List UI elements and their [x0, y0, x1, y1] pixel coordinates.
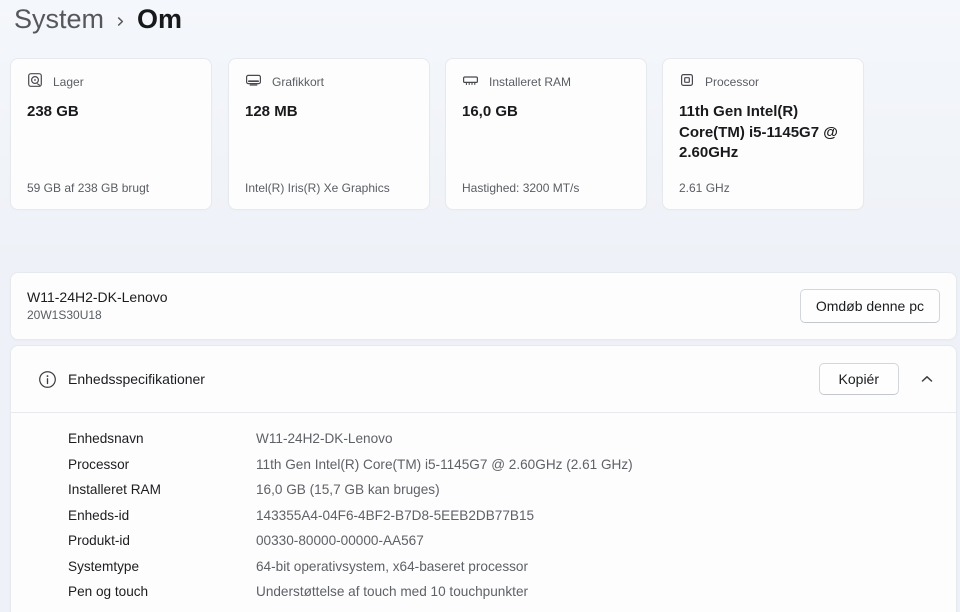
device-model: 20W1S30U18 [27, 308, 168, 323]
breadcrumb-system[interactable]: System [14, 4, 104, 35]
ram-card-label: Installeret RAM [489, 75, 571, 89]
spec-value: 16,0 GB (15,7 GB kan bruges) [256, 482, 440, 497]
storage-icon [27, 72, 43, 91]
copy-button[interactable]: Kopiér [819, 363, 899, 395]
breadcrumb-om: Om [137, 4, 182, 35]
processor-card-value: 11th Gen Intel(R) Core(TM) i5-1145G7 @ 2… [679, 102, 847, 164]
spec-value: W11-24H2-DK-Lenovo [256, 431, 393, 446]
spec-label: Installeret RAM [68, 482, 256, 497]
spec-label: Enheds-id [68, 508, 256, 523]
system-about-page: System Om Lager 238 GB 59 GB af 238 GB b… [0, 0, 960, 612]
storage-card-value: 238 GB [27, 102, 195, 123]
spec-label: Systemtype [68, 559, 256, 574]
rename-pc-button[interactable]: Omdøb denne pc [800, 289, 940, 323]
spec-value: 11th Gen Intel(R) Core(TM) i5-1145G7 @ 2… [256, 457, 633, 472]
cpu-icon [679, 72, 695, 91]
storage-card-label: Lager [53, 75, 84, 89]
gpu-icon [245, 72, 262, 91]
spec-row-product-id: Produkt-id 00330-80000-00000-AA567 [11, 528, 956, 554]
ram-card-value: 16,0 GB [462, 102, 630, 123]
spec-row-ram: Installeret RAM 16,0 GB (15,7 GB kan bru… [11, 477, 956, 503]
spec-row-system-type: Systemtype 64-bit operativsystem, x64-ba… [11, 554, 956, 580]
graphics-card: Grafikkort 128 MB Intel(R) Iris(R) Xe Gr… [228, 58, 430, 210]
device-specs-body: Enhedsnavn W11-24H2-DK-Lenovo Processor … [11, 413, 956, 605]
device-name: W11-24H2-DK-Lenovo [27, 289, 168, 307]
spec-row-processor: Processor 11th Gen Intel(R) Core(TM) i5-… [11, 452, 956, 478]
device-specs-title: Enhedsspecifikationer [68, 371, 205, 387]
graphics-card-footer: Intel(R) Iris(R) Xe Graphics [245, 181, 413, 195]
ram-card: Installeret RAM 16,0 GB Hastighed: 3200 … [445, 58, 647, 210]
device-specs-panel: Enhedsspecifikationer Kopiér Enhedsnavn … [10, 345, 957, 612]
chevron-up-icon[interactable] [912, 364, 942, 394]
storage-card-footer: 59 GB af 238 GB brugt [27, 181, 195, 195]
spec-row-pen-touch: Pen og touch Understøttelse af touch med… [11, 579, 956, 605]
processor-card: Processor 11th Gen Intel(R) Core(TM) i5-… [662, 58, 864, 210]
spec-label: Enhedsnavn [68, 431, 256, 446]
spec-value: Understøttelse af touch med 10 touchpunk… [256, 584, 528, 599]
device-specs-header[interactable]: Enhedsspecifikationer Kopiér [11, 346, 956, 413]
spec-label: Processor [68, 457, 256, 472]
processor-card-label: Processor [705, 75, 759, 89]
graphics-card-label: Grafikkort [272, 75, 324, 89]
spec-value: 00330-80000-00000-AA567 [256, 533, 424, 548]
spec-row-device-name: Enhedsnavn W11-24H2-DK-Lenovo [11, 426, 956, 452]
spec-row-device-id: Enheds-id 143355A4-04F6-4BF2-B7D8-5EEB2D… [11, 503, 956, 529]
chevron-right-icon [114, 15, 127, 28]
breadcrumb: System Om [14, 4, 182, 35]
storage-card: Lager 238 GB 59 GB af 238 GB brugt [10, 58, 212, 210]
spec-value: 143355A4-04F6-4BF2-B7D8-5EEB2DB77B15 [256, 508, 534, 523]
device-name-panel: W11-24H2-DK-Lenovo 20W1S30U18 Omdøb denn… [10, 272, 957, 340]
info-icon [38, 370, 57, 389]
spec-label: Pen og touch [68, 584, 256, 599]
spec-label: Produkt-id [68, 533, 256, 548]
spec-value: 64-bit operativsystem, x64-baseret proce… [256, 559, 528, 574]
processor-card-footer: 2.61 GHz [679, 181, 847, 195]
ram-icon [462, 72, 479, 91]
ram-card-footer: Hastighed: 3200 MT/s [462, 181, 630, 195]
graphics-card-value: 128 MB [245, 102, 413, 123]
